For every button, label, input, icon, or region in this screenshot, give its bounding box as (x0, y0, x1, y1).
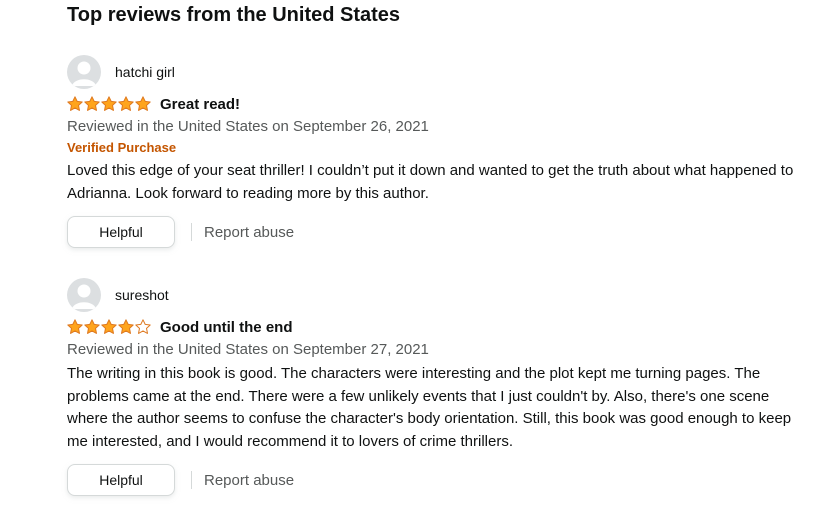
star-filled-icon (84, 319, 100, 334)
action-divider (191, 471, 192, 489)
review-date: Reviewed in the United States on Septemb… (67, 341, 429, 358)
report-abuse-link[interactable]: Report abuse (204, 224, 294, 241)
star-filled-icon (135, 96, 151, 111)
star-rating (67, 319, 152, 335)
verified-purchase-badge: Verified Purchase (67, 140, 177, 155)
review-body: Loved this edge of your seat thriller! I… (67, 162, 794, 202)
action-divider (191, 223, 192, 241)
reviews-page: Top reviews from the United States hatch… (0, 0, 839, 514)
helpful-button[interactable]: Helpful (67, 464, 175, 496)
avatar-icon (67, 55, 101, 89)
reviewer-name: hatchi girl (115, 64, 175, 80)
review-title[interactable]: Great read! (160, 96, 240, 113)
section-heading: Top reviews from the United States (67, 4, 401, 26)
star-filled-icon (84, 96, 100, 111)
star-filled-icon (67, 319, 83, 334)
star-filled-icon (101, 319, 117, 334)
report-abuse-link[interactable]: Report abuse (204, 472, 294, 489)
star-rating (67, 96, 152, 112)
reviewer-profile[interactable]: sureshot (67, 278, 807, 312)
reviewer-name: sureshot (115, 287, 169, 303)
helpful-button[interactable]: Helpful (67, 216, 175, 248)
review-item: hatchi girl Great read! Reviewed in the … (67, 55, 807, 248)
star-filled-icon (118, 96, 134, 111)
review-item: sureshot Good until the end Reviewed in … (67, 278, 807, 496)
star-filled-icon (101, 96, 117, 111)
avatar-icon (67, 278, 101, 312)
review-title[interactable]: Good until the end (160, 319, 292, 336)
review-date: Reviewed in the United States on Septemb… (67, 118, 429, 135)
star-filled-icon (118, 319, 134, 334)
star-empty-icon (135, 319, 151, 334)
reviewer-profile[interactable]: hatchi girl (67, 55, 807, 89)
review-body: The writing in this book is good. The ch… (67, 365, 792, 450)
star-filled-icon (67, 96, 83, 111)
